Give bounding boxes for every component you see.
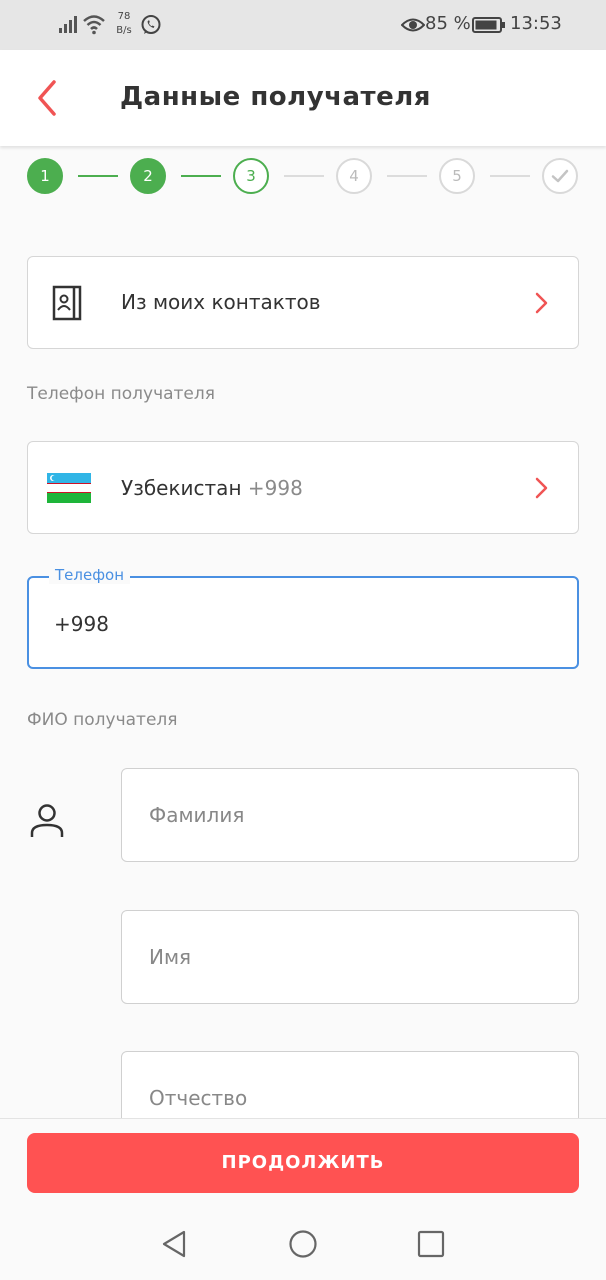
chevron-right-icon <box>535 477 548 499</box>
wifi-icon <box>83 15 105 35</box>
last-name-placeholder: Фамилия <box>149 803 245 827</box>
nav-recents-icon[interactable] <box>417 1230 445 1258</box>
step-connector <box>387 175 427 177</box>
step-connector <box>78 175 118 177</box>
step-2: 2 <box>130 158 166 194</box>
phone-section-label: Телефон получателя <box>27 384 215 404</box>
step-connector <box>490 175 530 177</box>
step-4: 4 <box>336 158 372 194</box>
country-dial-code: +998 <box>247 476 303 500</box>
contact-book-icon <box>52 285 82 321</box>
network-speed: 78 B/s <box>116 11 132 36</box>
step-1: 1 <box>27 158 63 194</box>
country-label: Узбекистан +998 <box>121 476 303 500</box>
person-icon <box>30 804 64 837</box>
last-name-field[interactable]: Фамилия <box>121 768 579 862</box>
continue-button[interactable]: ПРОДОЛЖИТЬ <box>27 1133 579 1193</box>
chevron-left-icon[interactable] <box>30 78 66 118</box>
bottom-bar: ПРОДОЛЖИТЬ <box>0 1118 606 1280</box>
page-title: Данные получателя <box>120 82 431 112</box>
phone-input[interactable]: +998 <box>54 612 109 636</box>
chevron-right-icon <box>535 292 548 314</box>
clock: 13:53 <box>510 13 562 34</box>
app-bar: Данные получателя <box>0 50 606 146</box>
country-selector[interactable]: Узбекистан +998 <box>27 441 579 534</box>
step-5: 5 <box>439 158 475 194</box>
phone-field-legend: Телефон <box>49 566 131 584</box>
country-name: Узбекистан <box>121 476 242 500</box>
nav-home-icon[interactable] <box>288 1229 318 1259</box>
middle-name-placeholder: Отчество <box>149 1086 248 1110</box>
from-contacts-button[interactable]: Из моих контактов <box>27 256 579 349</box>
first-name-placeholder: Имя <box>149 945 192 969</box>
first-name-field[interactable]: Имя <box>121 910 579 1004</box>
uzbekistan-flag-icon <box>47 473 91 503</box>
eye-icon <box>401 18 425 32</box>
status-bar: 78 B/s 85 % 13:53 <box>0 0 606 50</box>
from-contacts-label: Из моих контактов <box>121 290 321 314</box>
battery-icon <box>472 17 505 33</box>
phone-field[interactable]: Телефон +998 <box>27 566 579 669</box>
signal-icon <box>59 16 77 33</box>
step-connector <box>181 175 221 177</box>
nav-back-icon[interactable] <box>160 1229 188 1259</box>
step-3: 3 <box>233 158 269 194</box>
name-section-label: ФИО получателя <box>27 710 178 730</box>
battery-percent: 85 % <box>425 13 471 34</box>
step-connector <box>284 175 324 177</box>
progress-stepper: 1 2 3 4 5 <box>27 158 581 198</box>
whatsapp-icon <box>141 15 161 34</box>
step-final <box>542 158 578 194</box>
check-icon <box>551 169 569 183</box>
